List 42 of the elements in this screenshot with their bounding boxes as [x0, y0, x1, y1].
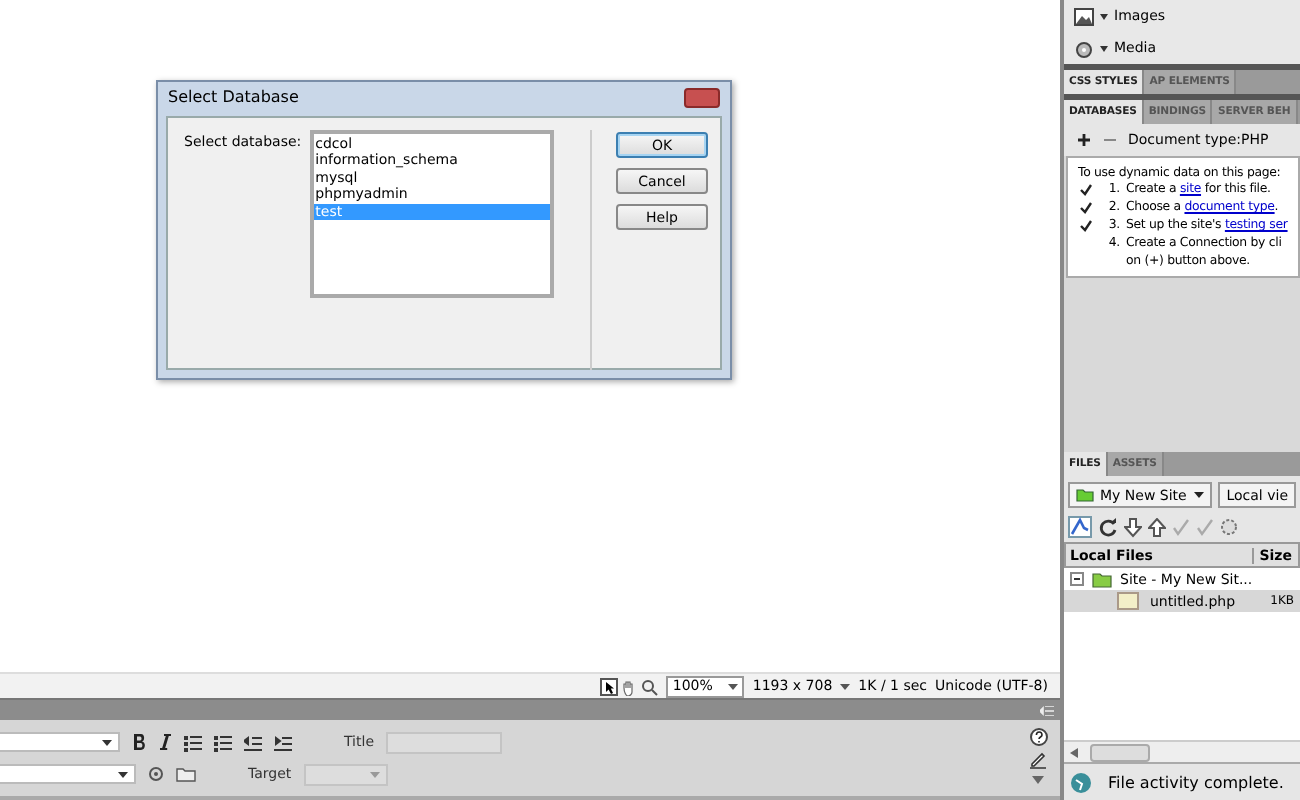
check-in-icon[interactable]: [1196, 517, 1214, 537]
log-icon[interactable]: [1070, 771, 1092, 793]
plus-icon[interactable]: [1076, 132, 1092, 148]
bulleted-list-icon[interactable]: [184, 733, 202, 751]
outdent-icon[interactable]: [244, 733, 262, 751]
help-icon[interactable]: [1029, 728, 1047, 746]
close-button[interactable]: [684, 87, 720, 107]
hand-icon[interactable]: [620, 677, 639, 695]
bold-icon[interactable]: [132, 734, 146, 750]
dropdown-arrow-icon: [102, 739, 112, 745]
dropdown-arrow-icon[interactable]: [1100, 45, 1108, 51]
up-arrow-icon[interactable]: [1148, 517, 1166, 537]
dropdown-arrow-icon: [728, 683, 739, 689]
indent-icon[interactable]: [274, 733, 292, 751]
panel-menu-icon[interactable]: [1040, 705, 1054, 715]
edit-icon[interactable]: [1028, 752, 1048, 770]
scrollbar-thumb[interactable]: [1090, 743, 1150, 761]
folder-icon[interactable]: [176, 766, 196, 782]
connect-icon[interactable]: [1068, 516, 1092, 538]
image-icon[interactable]: [1074, 7, 1094, 25]
dialog-title: Select Database: [168, 88, 299, 106]
pointer-icon[interactable]: [600, 677, 619, 695]
title-field[interactable]: [386, 731, 503, 753]
collapse-arrow-icon[interactable]: [1032, 776, 1044, 784]
dropdown-arrow-icon: [118, 771, 128, 777]
link-field[interactable]: [0, 764, 136, 784]
dropdown-arrow-icon: [369, 771, 380, 777]
media-icon[interactable]: [1074, 39, 1094, 57]
scroll-left-icon[interactable]: [1070, 747, 1078, 757]
numbered-list-icon[interactable]: [214, 733, 232, 751]
folder-icon: [1076, 488, 1094, 502]
italic-icon[interactable]: [158, 734, 172, 750]
refresh-icon[interactable]: [1098, 517, 1118, 537]
check-out-icon[interactable]: [1172, 517, 1190, 537]
dropdown-arrow-icon: [840, 683, 851, 689]
file-activity-status: File activity complete.: [1108, 773, 1284, 791]
php-file-icon: [1114, 592, 1142, 610]
collapse-icon[interactable]: [1070, 572, 1084, 586]
dropdown-arrow-icon[interactable]: [1100, 13, 1108, 19]
dropdown-arrow-icon: [1194, 492, 1205, 498]
down-arrow-icon[interactable]: [1124, 517, 1142, 537]
zoom-icon[interactable]: [640, 677, 659, 695]
